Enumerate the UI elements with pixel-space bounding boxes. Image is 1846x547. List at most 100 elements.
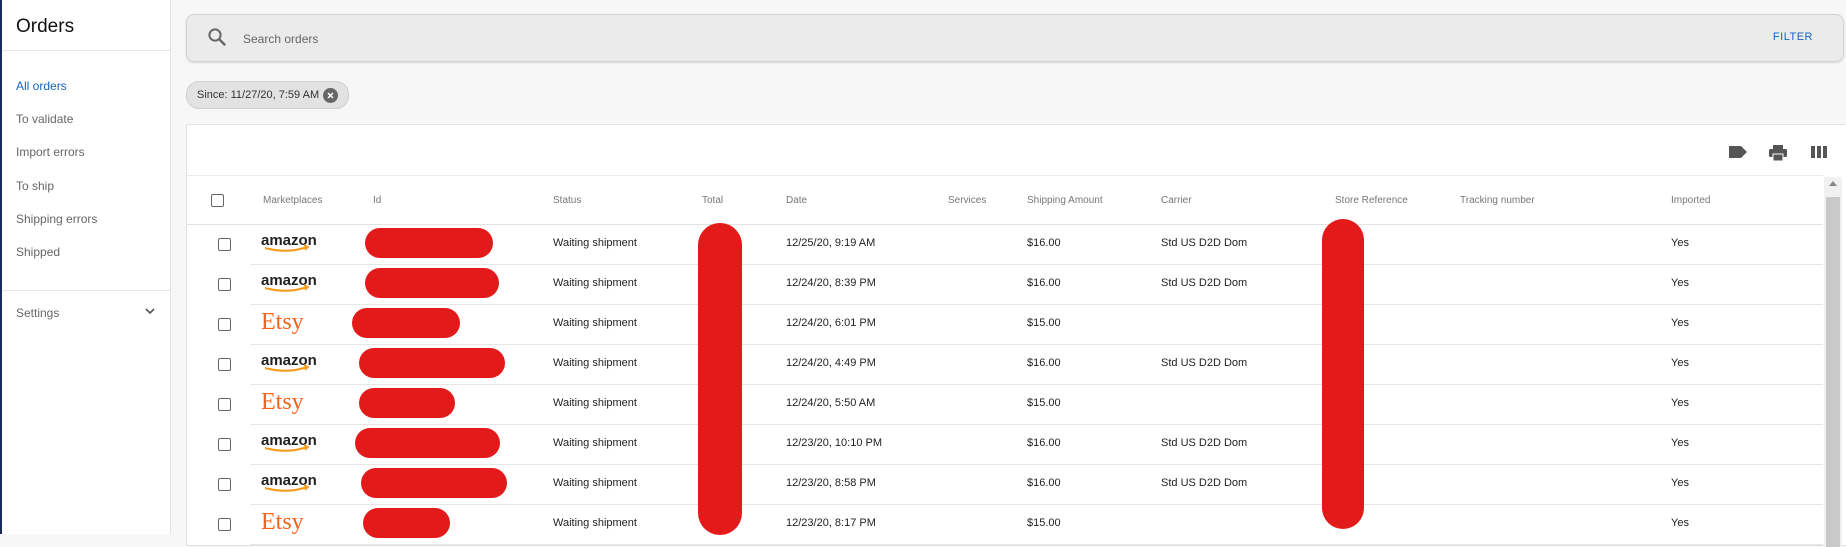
columns-icon[interactable] [1810,144,1828,160]
carrier-cell: Std US D2D Dom [1161,237,1248,249]
sidebar-item-to-ship[interactable]: To ship [16,179,54,193]
carrier-cell: Std US D2D Dom [1161,437,1248,449]
imported-cell: Yes [1671,477,1689,489]
sidebar-item-to-validate[interactable]: To validate [16,112,73,126]
print-icon[interactable] [1768,144,1788,162]
redaction-mark [365,228,493,258]
status-cell: Waiting shipment [553,477,637,489]
sidebar-divider [2,50,170,51]
status-cell: Waiting shipment [553,317,637,329]
status-cell: Waiting shipment [553,397,637,409]
column-header-marketplaces[interactable]: Marketplaces [263,195,322,206]
scrollbar-thumb[interactable] [1826,197,1840,547]
table-row[interactable]: Etsy Waiting shipment 12/24/20, 6:01 PM … [218,304,1823,345]
filter-chip: Since: 11/27/20, 7:59 AM [186,81,350,109]
date-cell: 12/23/20, 8:17 PM [786,517,876,529]
status-cell: Waiting shipment [553,517,637,529]
date-cell: 12/24/20, 8:39 PM [786,277,876,289]
sidebar-item-import-errors[interactable]: Import errors [16,145,85,159]
sidebar-divider [2,290,170,291]
column-header-carrier[interactable]: Carrier [1161,195,1192,206]
shipping-amount-cell: $15.00 [1027,317,1061,329]
column-header-store-reference[interactable]: Store Reference [1335,195,1408,206]
sidebar-item-all-orders[interactable]: All orders [16,79,67,93]
search-icon [208,28,226,46]
redaction-mark [352,308,460,338]
redaction-mark [698,223,742,535]
column-header-services[interactable]: Services [948,195,986,206]
status-cell: Waiting shipment [553,437,637,449]
date-cell: 12/25/20, 9:19 AM [786,237,876,249]
sidebar-item-settings[interactable]: Settings [16,306,156,320]
column-header-tracking-number[interactable]: Tracking number [1460,195,1535,206]
redaction-mark [359,388,455,418]
shipping-amount-cell: $16.00 [1027,477,1061,489]
scroll-up-arrow-icon[interactable] [1829,181,1837,186]
amazon-logo: amazon [261,272,317,292]
redaction-mark [355,428,500,458]
amazon-logo: amazon [261,432,317,452]
orders-panel: Marketplaces Id Status Total Date Servic… [186,124,1846,547]
column-header-total[interactable]: Total [702,195,723,206]
date-cell: 12/23/20, 10:10 PM [786,437,883,449]
shipping-amount-cell: $16.00 [1027,437,1061,449]
search-input[interactable] [241,27,1645,51]
select-all-checkbox[interactable] [211,194,224,207]
label-icon[interactable] [1728,144,1748,160]
shipping-amount-cell: $16.00 [1027,357,1061,369]
imported-cell: Yes [1671,397,1689,409]
shipping-amount-cell: $15.00 [1027,517,1061,529]
imported-cell: Yes [1671,317,1689,329]
column-header-shipping-amount[interactable]: Shipping Amount [1027,195,1103,206]
carrier-cell: Std US D2D Dom [1161,357,1248,369]
row-checkbox[interactable] [218,238,231,251]
sidebar-item-label: Settings [16,306,60,320]
search-bar: FILTER [186,14,1844,62]
sidebar-item-shipping-errors[interactable]: Shipping errors [16,212,97,226]
table-row[interactable]: Etsy Waiting shipment 12/23/20, 8:17 PM … [218,504,1823,545]
status-cell: Waiting shipment [553,237,637,249]
date-cell: 12/23/20, 8:58 PM [786,477,876,489]
redaction-mark [1322,219,1364,529]
imported-cell: Yes [1671,517,1689,529]
imported-cell: Yes [1671,237,1689,249]
imported-cell: Yes [1671,357,1689,369]
chevron-down-icon [145,308,155,315]
filter-button[interactable]: FILTER [1773,31,1813,43]
amazon-logo: amazon [261,352,317,372]
date-cell: 12/24/20, 4:49 PM [786,357,876,369]
amazon-logo: amazon [261,232,317,252]
table-row[interactable]: Etsy Waiting shipment 12/24/20, 5:50 AM … [218,384,1823,425]
redaction-mark [365,268,499,298]
column-header-id[interactable]: Id [373,195,381,206]
row-checkbox[interactable] [218,518,231,531]
filter-chip-label: Since: 11/27/20, 7:59 AM [197,89,320,101]
redaction-mark [361,468,507,498]
sidebar-title: Orders [16,16,75,37]
etsy-logo: Etsy [261,309,304,335]
shipping-amount-cell: $15.00 [1027,397,1061,409]
amazon-logo: amazon [261,472,317,492]
close-icon[interactable] [323,87,339,103]
etsy-logo: Etsy [261,389,304,415]
row-checkbox[interactable] [218,358,231,371]
imported-cell: Yes [1671,277,1689,289]
row-checkbox[interactable] [218,318,231,331]
column-header-status[interactable]: Status [553,195,581,206]
etsy-logo: Etsy [261,509,304,535]
column-header-imported[interactable]: Imported [1671,195,1710,206]
row-checkbox[interactable] [218,278,231,291]
redaction-mark [359,348,505,378]
row-checkbox[interactable] [218,438,231,451]
status-cell: Waiting shipment [553,277,637,289]
shipping-amount-cell: $16.00 [1027,237,1061,249]
row-checkbox[interactable] [218,478,231,491]
table-header: Marketplaces Id Status Total Date Servic… [187,175,1823,225]
row-checkbox[interactable] [218,398,231,411]
carrier-cell: Std US D2D Dom [1161,477,1248,489]
vertical-scrollbar[interactable] [1824,177,1842,547]
carrier-cell: Std US D2D Dom [1161,277,1248,289]
status-cell: Waiting shipment [553,357,637,369]
sidebar-item-shipped[interactable]: Shipped [16,245,60,259]
column-header-date[interactable]: Date [786,195,807,206]
